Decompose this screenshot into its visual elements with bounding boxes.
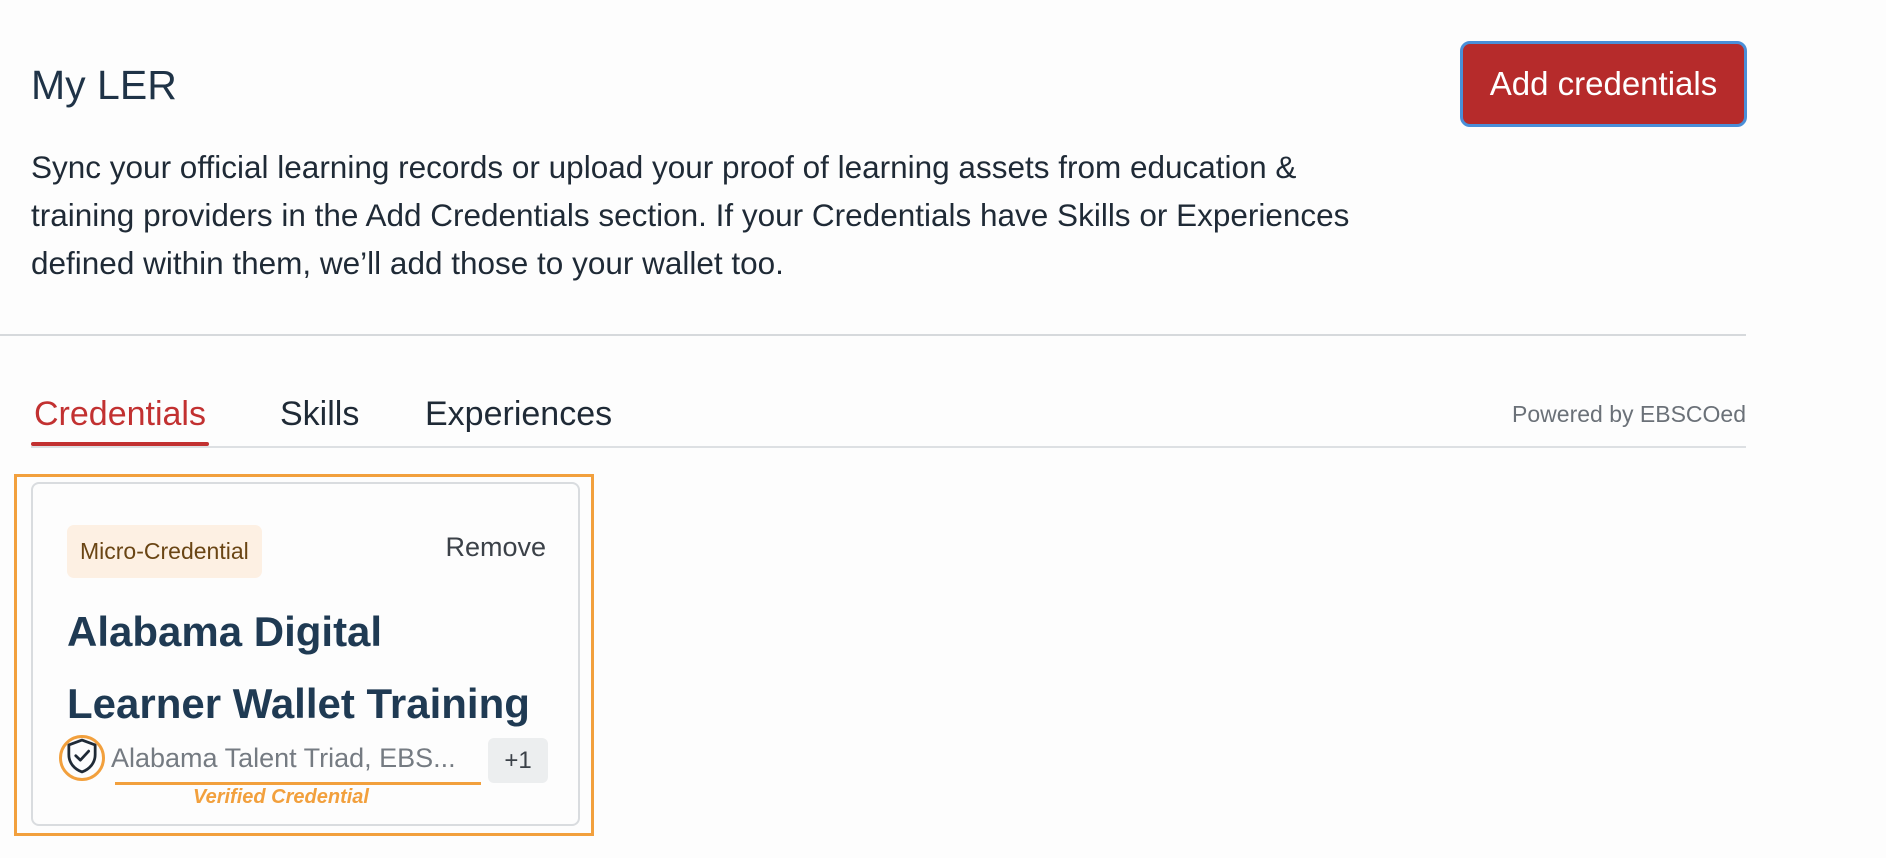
verified-annotation-circle <box>59 735 105 781</box>
section-divider <box>0 334 1746 336</box>
credential-type-badge: Micro-Credential <box>67 525 262 578</box>
credential-title[interactable]: Alabama Digital Learner Wallet Training <box>67 596 537 740</box>
powered-by-text: Powered by EBSCOed <box>1512 401 1746 427</box>
tab-experiences[interactable]: Experiences <box>425 390 612 438</box>
remove-button[interactable]: Remove <box>445 532 546 563</box>
annotation-underline <box>115 782 481 785</box>
tab-credentials[interactable]: Credentials <box>34 390 206 438</box>
tab-skills[interactable]: Skills <box>280 390 359 438</box>
add-credentials-button[interactable]: Add credentials <box>1460 41 1747 127</box>
verified-credential-annotation: Verified Credential <box>193 786 369 808</box>
page-description: Sync your official learning records or u… <box>31 149 1350 281</box>
more-issuers-badge[interactable]: +1 <box>488 738 548 783</box>
issuer-name: Alabama Talent Triad, EBS... <box>111 743 456 773</box>
credential-card[interactable]: Micro-Credential Remove Alabama Digital … <box>31 482 580 826</box>
page-title: My LER <box>31 62 177 108</box>
my-ler-page: My LER Add credentials Sync your officia… <box>0 0 1886 858</box>
shield-check-icon <box>65 738 99 779</box>
tabs-divider <box>31 446 1746 448</box>
